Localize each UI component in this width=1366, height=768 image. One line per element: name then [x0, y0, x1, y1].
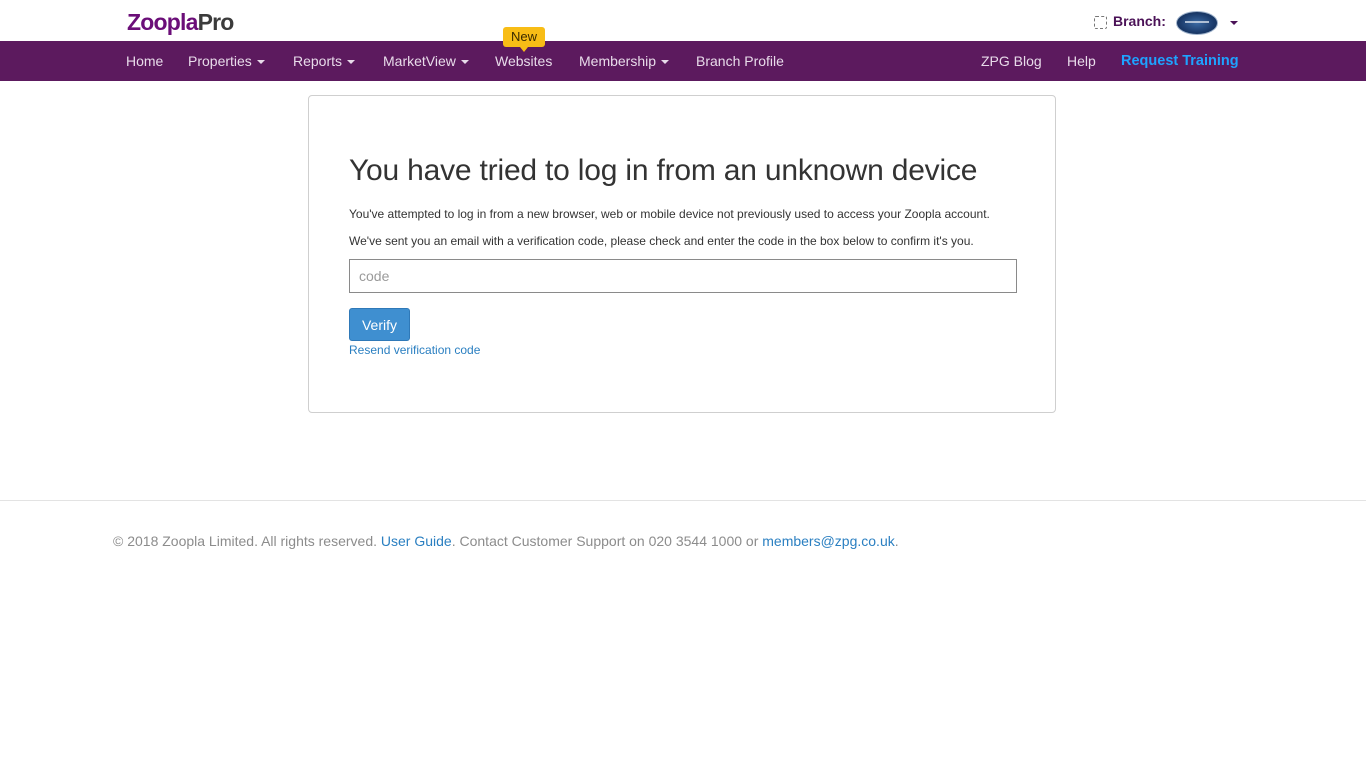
nav-reports[interactable]: Reports [293, 41, 356, 81]
resend-code-link[interactable]: Resend verification code [349, 343, 480, 357]
nav-request-training[interactable]: Request Training [1121, 41, 1239, 81]
nav-branch-profile[interactable]: Branch Profile [696, 41, 784, 81]
logo-suffix-text: Pro [197, 9, 235, 35]
nav-websites-label: Websites [495, 53, 553, 69]
branch-logo-avatar[interactable] [1175, 11, 1218, 35]
branch-selector[interactable]: Branch: [1094, 10, 1238, 36]
branch-checkbox-icon[interactable] [1094, 15, 1107, 29]
nav-marketview[interactable]: MarketView [383, 41, 469, 81]
nav-help[interactable]: Help [1067, 41, 1096, 81]
caret-down-icon [256, 60, 265, 65]
verification-instructions: We've sent you an email with a verificat… [349, 234, 974, 248]
verification-card: You have tried to log in from an unknown… [308, 95, 1056, 413]
nav-zpg-blog-label: ZPG Blog [981, 53, 1042, 69]
support-email-link[interactable]: members@zpg.co.uk [762, 533, 894, 549]
chevron-down-icon[interactable] [1229, 21, 1238, 25]
footer-end-text: . [894, 533, 899, 549]
nav-home-label: Home [126, 53, 164, 69]
page-title: You have tried to log in from an unknown… [349, 154, 978, 187]
nav-membership-label: Membership [579, 53, 657, 69]
branch-label: Branch: [1113, 13, 1166, 29]
verification-code-input[interactable] [349, 259, 1017, 293]
logo-brand-text: Zoopla [127, 9, 198, 35]
support-contact-text: . Contact Customer Support on 020 3544 1… [451, 533, 759, 549]
zoopla-pro-logo[interactable]: ZooplaPro [127, 8, 234, 36]
caret-down-icon [347, 60, 356, 65]
footer: © 2018 Zoopla Limited. All rights reserv… [113, 533, 899, 549]
nav-membership[interactable]: Membership [579, 41, 670, 81]
nav-home[interactable]: Home [126, 41, 163, 81]
main-navbar: Home Properties Reports MarketView Websi… [0, 41, 1366, 81]
nav-zpg-blog[interactable]: ZPG Blog [981, 41, 1042, 81]
footer-divider [0, 500, 1366, 501]
nav-reports-label: Reports [293, 53, 343, 69]
new-badge: New [503, 27, 545, 52]
nav-marketview-label: MarketView [383, 53, 456, 69]
caret-down-icon [460, 60, 469, 65]
nav-properties-label: Properties [188, 53, 252, 69]
copyright-text: © 2018 Zoopla Limited. All rights reserv… [113, 533, 378, 549]
nav-help-label: Help [1067, 53, 1096, 69]
verify-button[interactable]: Verify [349, 308, 410, 341]
nav-branch-profile-label: Branch Profile [696, 53, 784, 69]
unknown-device-message: You've attempted to log in from a new br… [349, 207, 990, 221]
nav-request-training-label: Request Training [1121, 53, 1239, 69]
user-guide-link[interactable]: User Guide [381, 533, 452, 549]
caret-down-icon [661, 60, 670, 65]
top-header: ZooplaPro Branch: [0, 0, 1366, 41]
nav-properties[interactable]: Properties [188, 41, 265, 81]
